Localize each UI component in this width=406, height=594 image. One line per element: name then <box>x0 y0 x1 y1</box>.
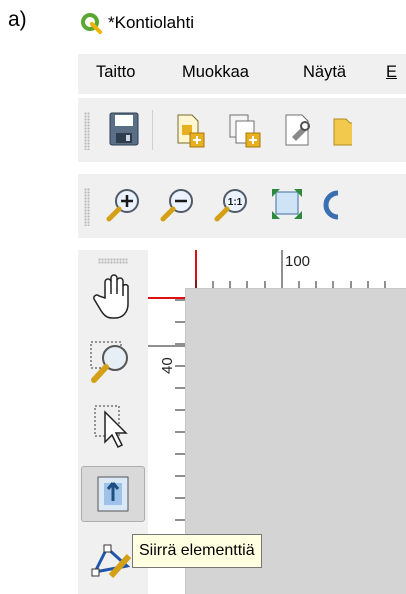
toolbar-separator <box>152 110 153 150</box>
window-titlebar: *Kontiolahti <box>62 0 406 50</box>
layout-manager-button[interactable] <box>278 107 318 151</box>
toolbar-grip[interactable] <box>84 188 90 226</box>
zoom-tool-button[interactable] <box>81 334 145 390</box>
menu-muokkaa[interactable]: Muokkaa <box>182 63 249 82</box>
duplicate-layout-button[interactable] <box>224 107 264 151</box>
new-layout-icon <box>170 107 210 151</box>
select-move-tool-button[interactable] <box>81 400 145 456</box>
menubar: Taitto Muokkaa Näytä E <box>78 54 406 94</box>
panel-grip[interactable] <box>98 258 128 264</box>
toolbar-grip[interactable] <box>84 112 90 150</box>
vertical-ruler-label: 40 <box>159 357 176 374</box>
zoom-actual-size-button[interactable]: 1:1 <box>212 183 252 227</box>
save-icon <box>104 107 144 151</box>
menu-partial[interactable]: E <box>386 63 397 82</box>
refresh-icon <box>322 183 340 227</box>
tooltip: Siirrä elementtiä <box>132 534 262 568</box>
save-button[interactable] <box>104 107 144 151</box>
open-folder-icon <box>332 107 352 151</box>
refresh-button[interactable] <box>322 183 340 227</box>
zoom-out-button[interactable] <box>158 183 198 227</box>
menu-taitto[interactable]: Taitto <box>96 63 135 82</box>
window-title: *Kontiolahti <box>108 13 195 32</box>
menu-nayta[interactable]: Näytä <box>303 63 346 82</box>
duplicate-layout-icon <box>224 107 264 151</box>
open-folder-button[interactable] <box>332 107 352 151</box>
zoom-in-button[interactable] <box>104 183 144 227</box>
zoom-actual-size-icon: 1:1 <box>212 183 252 227</box>
qgis-logo-icon <box>80 12 102 34</box>
zoom-full-button[interactable] <box>266 183 306 227</box>
select-move-icon <box>81 400 145 456</box>
zoom-full-icon <box>266 183 306 227</box>
move-item-content-icon <box>82 467 144 521</box>
layout-manager-icon <box>278 107 318 151</box>
pan-hand-icon <box>81 268 145 324</box>
zoom-out-icon <box>158 183 198 227</box>
horizontal-ruler: 100 <box>185 250 406 289</box>
zoom-tool-icon <box>81 334 145 390</box>
zoom-toolbar: 1:1 <box>78 174 406 238</box>
figure-label: a) <box>8 8 27 31</box>
zoom-in-icon <box>104 183 144 227</box>
layout-toolbar <box>78 98 406 162</box>
move-item-content-tool-button[interactable] <box>81 466 145 522</box>
horizontal-ruler-label: 100 <box>285 253 310 270</box>
zoom-1-1-label: 1:1 <box>228 197 243 208</box>
pan-tool-button[interactable] <box>81 268 145 324</box>
new-layout-button[interactable] <box>170 107 210 151</box>
